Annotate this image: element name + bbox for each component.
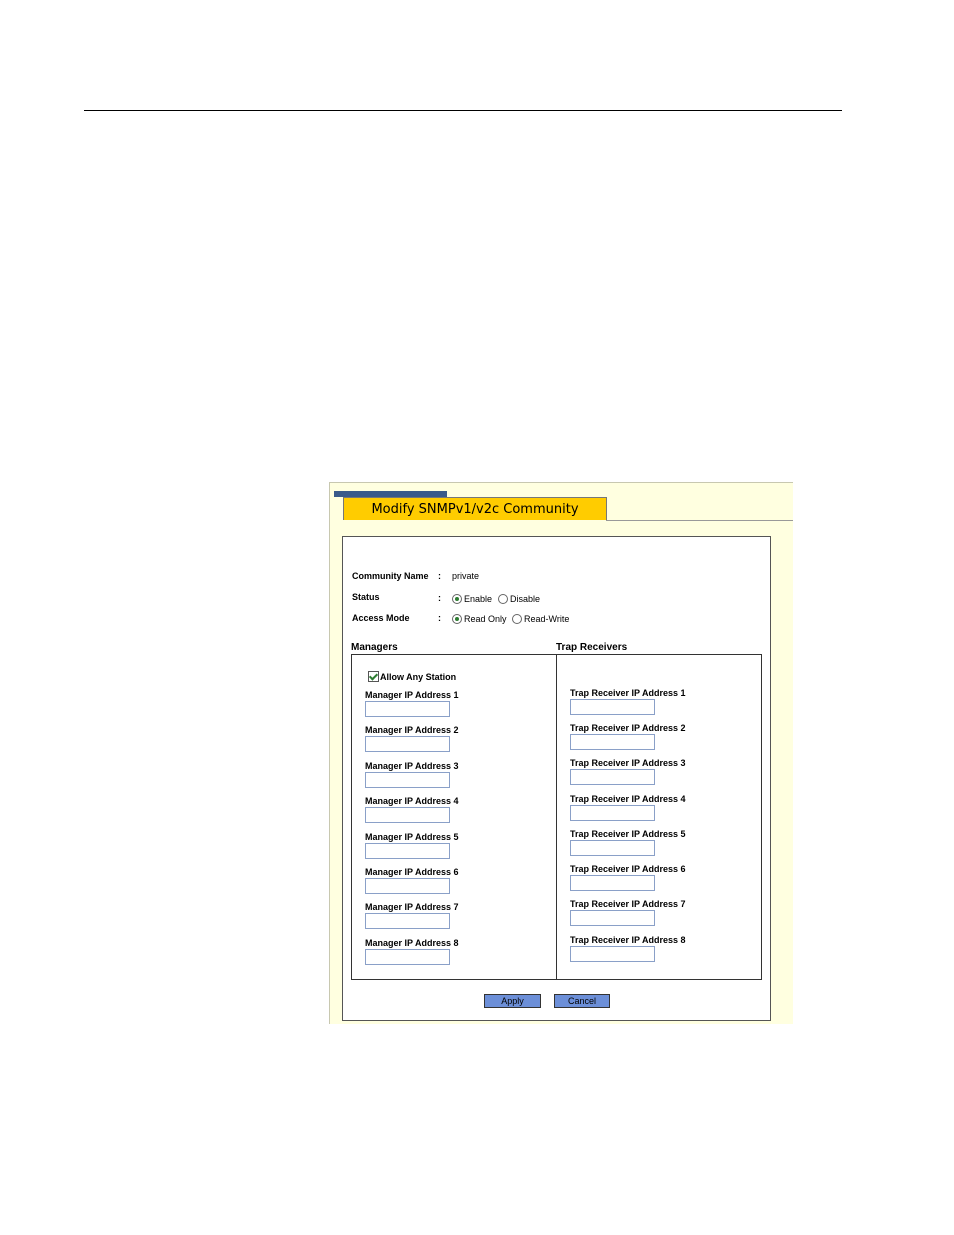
trap-receivers-title: Trap Receivers xyxy=(556,642,628,653)
status-colon: : xyxy=(438,593,441,603)
trap-receiver-ip-4-label: Trap Receiver IP Address 4 xyxy=(570,794,686,804)
form-panel: Community Name : private Status : Enable… xyxy=(342,536,771,1021)
manager-ip-1-label: Manager IP Address 1 xyxy=(365,690,459,700)
manager-ip-3-label: Manager IP Address 3 xyxy=(365,761,459,771)
manager-ip-4-input[interactable] xyxy=(365,807,450,823)
manager-ip-5-label: Manager IP Address 5 xyxy=(365,832,459,842)
community-name-label: Community Name xyxy=(352,571,429,581)
manager-ip-2-label: Manager IP Address 2 xyxy=(365,725,459,735)
manager-ip-1-input[interactable] xyxy=(365,701,450,717)
apply-button[interactable]: Apply xyxy=(484,994,541,1008)
trap-receiver-ip-5-input[interactable] xyxy=(570,840,655,856)
manager-ip-8-label: Manager IP Address 8 xyxy=(365,938,459,948)
trap-receiver-ip-1-input[interactable] xyxy=(570,699,655,715)
trap-receiver-ip-8-input[interactable] xyxy=(570,946,655,962)
trap-receiver-ip-6-label: Trap Receiver IP Address 6 xyxy=(570,864,686,874)
managers-title: Managers xyxy=(351,642,398,653)
manager-ip-5-input[interactable] xyxy=(365,843,450,859)
cancel-button[interactable]: Cancel xyxy=(554,994,610,1008)
access-read-only-radio[interactable] xyxy=(452,614,462,624)
trap-receivers-box: Trap Receiver IP Address 1 Trap Receiver… xyxy=(556,654,762,980)
access-read-write-label: Read-Write xyxy=(524,614,570,624)
page-header-rule xyxy=(84,110,842,111)
access-mode-label: Access Mode xyxy=(352,613,410,623)
status-enable-label: Enable xyxy=(464,594,493,604)
access-mode-colon: : xyxy=(438,613,441,623)
trap-receiver-ip-4-input[interactable] xyxy=(570,805,655,821)
status-disable-radio[interactable] xyxy=(498,594,508,604)
trap-receiver-ip-8-label: Trap Receiver IP Address 8 xyxy=(570,935,686,945)
trap-receiver-ip-1-label: Trap Receiver IP Address 1 xyxy=(570,688,686,698)
trap-receiver-ip-2-label: Trap Receiver IP Address 2 xyxy=(570,723,686,733)
manager-ip-4-label: Manager IP Address 4 xyxy=(365,796,459,806)
snmp-community-window: Modify SNMPv1/v2c Community Community Na… xyxy=(329,482,793,1024)
manager-ip-7-label: Manager IP Address 7 xyxy=(365,902,459,912)
status-label: Status xyxy=(352,592,380,602)
manager-ip-6-input[interactable] xyxy=(365,878,450,894)
trap-receiver-ip-7-input[interactable] xyxy=(570,910,655,926)
access-read-write-radio[interactable] xyxy=(512,614,522,624)
trap-receiver-ip-5-label: Trap Receiver IP Address 5 xyxy=(570,829,686,839)
trap-receiver-ip-3-label: Trap Receiver IP Address 3 xyxy=(570,758,686,768)
tab-underline xyxy=(606,520,793,521)
trap-receiver-ip-7-label: Trap Receiver IP Address 7 xyxy=(570,899,686,909)
manager-ip-2-input[interactable] xyxy=(365,736,450,752)
status-disable-label: Disable xyxy=(510,594,541,604)
trap-receiver-ip-6-input[interactable] xyxy=(570,875,655,891)
managers-box: Allow Any Station Manager IP Address 1 M… xyxy=(351,654,557,980)
access-read-only-label: Read Only xyxy=(464,614,507,624)
trap-receiver-ip-2-input[interactable] xyxy=(570,734,655,750)
status-enable-radio[interactable] xyxy=(452,594,462,604)
manager-ip-3-input[interactable] xyxy=(365,772,450,788)
dialog-title-tab: Modify SNMPv1/v2c Community xyxy=(343,497,607,520)
allow-any-station-label: Allow Any Station xyxy=(380,672,457,682)
manager-ip-7-input[interactable] xyxy=(365,913,450,929)
community-name-value: private xyxy=(452,571,480,581)
trap-receiver-ip-3-input[interactable] xyxy=(570,769,655,785)
community-name-colon: : xyxy=(438,571,441,581)
manager-ip-8-input[interactable] xyxy=(365,949,450,965)
manager-ip-6-label: Manager IP Address 6 xyxy=(365,867,459,877)
allow-any-station-checkbox[interactable] xyxy=(368,671,379,682)
